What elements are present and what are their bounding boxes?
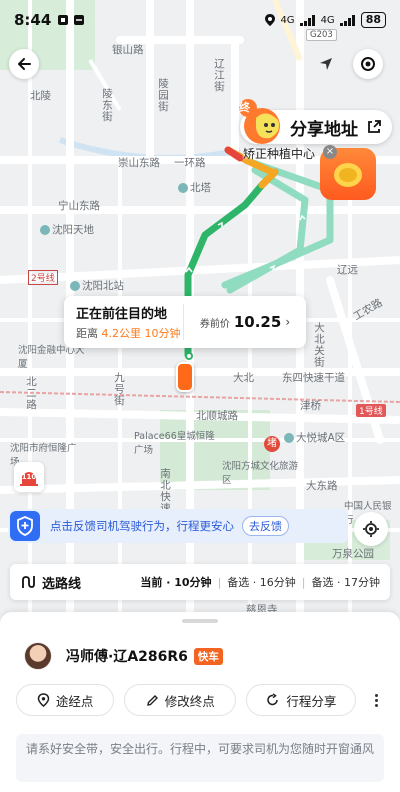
arrow-left-icon bbox=[18, 58, 31, 70]
poi-beizhan: 沈阳北站 bbox=[70, 278, 124, 293]
traffic-badge: 堵 bbox=[264, 436, 280, 452]
map-label: 陵东街 bbox=[101, 88, 113, 123]
route-option[interactable]: 备选 · 16分钟 bbox=[227, 574, 296, 590]
map-label: 辽江街 bbox=[213, 58, 225, 93]
share-icon bbox=[368, 120, 381, 133]
price-section[interactable]: 券前价 10.25 › bbox=[184, 313, 306, 331]
network-type: 4G bbox=[320, 14, 335, 26]
location-pin-icon bbox=[37, 693, 50, 707]
map-label: 北顺城路 bbox=[196, 410, 238, 422]
share-trip-label: 行程分享 bbox=[286, 693, 337, 709]
driver-name: 冯师傅·辽A286R6 bbox=[66, 649, 188, 665]
coin-close-button[interactable]: × bbox=[323, 145, 337, 159]
map-label: 九号街 bbox=[113, 372, 125, 407]
trip-actions: 途经点 修改终点 行程分享 bbox=[16, 684, 386, 716]
route-option[interactable]: 当前 · 10分钟 bbox=[140, 574, 211, 590]
trip-status: 正在前往目的地 bbox=[76, 307, 168, 322]
navigation-arrow-icon bbox=[320, 58, 332, 70]
coin-icon bbox=[334, 163, 362, 187]
start-dot bbox=[185, 352, 193, 360]
feedback-button[interactable]: 去反馈 bbox=[242, 516, 289, 536]
map-label: 陵园街 bbox=[157, 78, 169, 113]
shield-icon bbox=[10, 511, 40, 541]
navigation-button[interactable] bbox=[311, 49, 341, 79]
add-waypoint-button[interactable]: 途经点 bbox=[16, 684, 115, 716]
poi-icon bbox=[178, 183, 188, 193]
map-label: 万泉公园 bbox=[332, 548, 374, 560]
end-marker-label: 终 bbox=[239, 101, 250, 114]
alarm-icon bbox=[74, 15, 85, 25]
notification-icon bbox=[58, 15, 69, 25]
trip-distance: 距离 4.2公里 10分钟 bbox=[76, 327, 181, 340]
poi-icon bbox=[40, 225, 50, 235]
poi-tiandi: 沈阳天地 bbox=[40, 222, 94, 237]
choose-route-label: 选路线 bbox=[42, 576, 82, 592]
ride-type-badge: 快车 bbox=[193, 647, 223, 665]
price-label: 券前价 bbox=[199, 318, 230, 330]
safety-notice: 请系好安全带，安全出行。行程中，可要求司机为您随时开窗通风 bbox=[16, 734, 384, 782]
metro-badge: 1号线 bbox=[356, 404, 386, 417]
crosshair-icon bbox=[363, 521, 379, 537]
map-label: 银山路 bbox=[112, 44, 144, 56]
status-bar: 8:44 4G 4G 88 bbox=[0, 0, 400, 40]
map-label: 大北 bbox=[233, 372, 254, 384]
signal-icon bbox=[299, 14, 315, 26]
map-label: 沈阳方城文化旅游区 bbox=[222, 461, 299, 486]
map-label: 辽远 bbox=[337, 264, 358, 276]
trip-bottom-sheet[interactable]: 冯师傅·辽A286R6 快车 途经点 修改终点 行程分享 请系好安全带，安全出行… bbox=[0, 612, 400, 792]
map-label: 宁山东路 bbox=[58, 200, 100, 212]
route-select-bar[interactable]: 选路线 当前 · 10分钟 | 备选 · 16分钟 | 备选 · 17分钟 bbox=[10, 564, 390, 600]
avatar[interactable] bbox=[24, 642, 52, 670]
map-label: 东四快速干道 bbox=[282, 372, 345, 384]
recenter-button[interactable] bbox=[354, 512, 388, 546]
poi-dayue: 大悦城A区 bbox=[284, 430, 345, 445]
network-type: 4G bbox=[280, 14, 295, 26]
trip-status-card[interactable]: 正在前往目的地 距离 4.2公里 10分钟 券前价 10.25 › bbox=[64, 296, 306, 348]
edit-destination-button[interactable]: 修改终点 bbox=[124, 684, 237, 716]
map-label: 一环路 bbox=[174, 157, 206, 169]
map-label: Palace66皇城恒隆广场 bbox=[134, 431, 215, 456]
chevron-right-icon: › bbox=[285, 315, 291, 329]
map-label: 津桥 bbox=[300, 400, 321, 412]
car-icon bbox=[176, 362, 194, 392]
back-button[interactable] bbox=[9, 49, 39, 79]
more-options-icon[interactable] bbox=[366, 693, 386, 707]
map-label: 崇山东路 bbox=[118, 157, 160, 169]
safety-feedback-banner[interactable]: 点击反馈司机驾驶行为，行程更安心 去反馈 bbox=[8, 509, 348, 543]
price-value: 10.25 bbox=[233, 313, 282, 331]
driver-info[interactable]: 冯师傅·辽A286R6 快车 bbox=[24, 642, 223, 670]
location-status-icon bbox=[265, 14, 276, 26]
poi-beita: 北塔 bbox=[178, 180, 211, 195]
poi-icon bbox=[70, 281, 80, 291]
share-address-label: 分享地址 bbox=[290, 119, 358, 140]
choose-route-button[interactable]: 选路线 bbox=[20, 573, 81, 592]
share-trip-button[interactable]: 行程分享 bbox=[246, 684, 357, 716]
status-time: 8:44 bbox=[14, 11, 52, 29]
map-label: 北二路 bbox=[25, 376, 37, 411]
route-icon bbox=[22, 576, 35, 588]
target-icon bbox=[361, 57, 375, 71]
edit-destination-label: 修改终点 bbox=[164, 693, 215, 709]
map-label: 大北关街 bbox=[313, 322, 325, 368]
poi-icon bbox=[284, 433, 294, 443]
drag-handle[interactable] bbox=[182, 619, 218, 623]
battery-indicator: 88 bbox=[360, 12, 386, 28]
map-label: 大东路 bbox=[306, 480, 338, 492]
locate-button[interactable] bbox=[353, 49, 383, 79]
map-label: 北陵 bbox=[30, 90, 51, 102]
sos-label: 110 bbox=[21, 473, 37, 481]
destination-marker[interactable]: 终 bbox=[236, 98, 286, 148]
pencil-icon bbox=[146, 694, 158, 706]
route-option[interactable]: 备选 · 17分钟 bbox=[312, 574, 381, 590]
share-trip-icon bbox=[267, 693, 279, 706]
metro-badge: 2号线 bbox=[28, 270, 58, 285]
signal-icon bbox=[339, 14, 355, 26]
route-options[interactable]: 当前 · 10分钟 | 备选 · 16分钟 | 备选 · 17分钟 bbox=[140, 574, 380, 590]
sos-button[interactable]: 110 bbox=[14, 462, 44, 492]
add-waypoint-label: 途经点 bbox=[55, 693, 94, 709]
safety-feedback-text: 点击反馈司机驾驶行为，行程更安心 bbox=[50, 519, 234, 533]
